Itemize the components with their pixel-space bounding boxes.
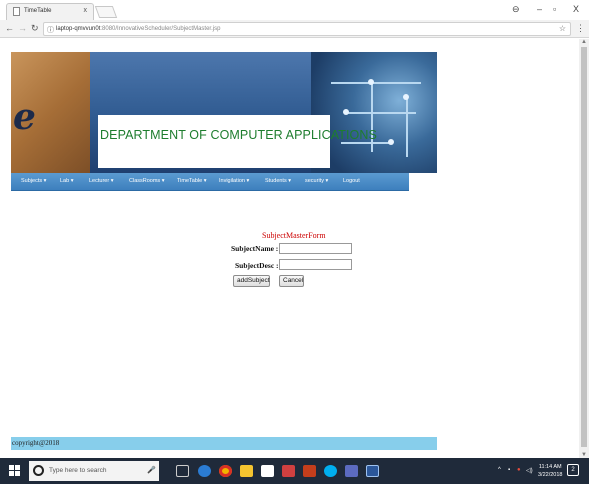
taskbar-clock[interactable]: 11:14 AM 3/22/2018: [538, 463, 562, 479]
network-icon[interactable]: ▪: [508, 467, 510, 473]
search-placeholder: Type here to search: [49, 467, 107, 474]
page-scrollbar[interactable]: ▲ ▼: [579, 39, 589, 458]
powerpoint-icon[interactable]: [303, 465, 316, 477]
mail-icon[interactable]: [282, 465, 295, 477]
taskbar-search-box[interactable]: Type here to search 🎤: [29, 461, 159, 481]
url-host: laptop-qmvvun0t: [56, 26, 101, 32]
maximize-button[interactable]: ▫: [553, 4, 556, 14]
subject-name-input[interactable]: [279, 243, 352, 254]
address-bar[interactable]: ⓘ laptop-qmvvun0t:8080/InnovativeSchedul…: [43, 22, 571, 36]
bookmark-star-icon[interactable]: ☆: [559, 24, 566, 33]
browser-tab[interactable]: TimeTable x: [6, 3, 94, 20]
forward-arrow-icon[interactable]: →: [18, 23, 27, 33]
form-title: SubjectMasterForm: [262, 231, 326, 240]
tray-chevron-icon[interactable]: ^: [498, 467, 501, 473]
nav-item-timetable[interactable]: TimeTable ▾: [177, 178, 206, 184]
main-nav-bar: Subjects ▾ Lab ▾ Lecturer ▾ ClassRooms ▾…: [11, 173, 409, 191]
file-explorer-icon[interactable]: [240, 465, 253, 477]
back-arrow-icon[interactable]: ←: [5, 23, 14, 33]
scrollbar-thumb[interactable]: [581, 47, 587, 447]
copyright-text: copyright@2018: [12, 439, 60, 447]
nav-item-logout[interactable]: Logout: [343, 178, 360, 184]
nav-item-lab[interactable]: Lab ▾: [60, 178, 73, 184]
store-icon[interactable]: [261, 465, 274, 477]
add-subject-button[interactable]: addSubject: [233, 275, 270, 287]
cancel-button[interactable]: Cancel: [279, 275, 304, 287]
word-icon[interactable]: [366, 465, 379, 477]
url-path: :8080/InnovativeScheduler/SubjectMaster.…: [100, 26, 221, 32]
account-icon[interactable]: ⊖: [512, 4, 520, 15]
antivirus-icon[interactable]: ●: [517, 467, 521, 473]
nav-item-subjects[interactable]: Subjects ▾: [21, 178, 46, 184]
close-window-button[interactable]: X: [573, 4, 579, 14]
reload-icon[interactable]: ↻: [31, 23, 39, 34]
info-icon[interactable]: ⓘ: [47, 25, 54, 35]
department-title: DEPARTMENT OF COMPUTER APPLICATIONS: [100, 128, 377, 142]
header-banner: e DEPARTMENT OF COMPUTER APPLICATIONS: [11, 52, 437, 173]
edge-browser-icon[interactable]: [198, 465, 211, 477]
minimize-button[interactable]: –: [537, 4, 542, 14]
subject-desc-label: SubjectDesc :: [235, 261, 279, 270]
skype-icon[interactable]: [324, 465, 337, 477]
windows-taskbar: Type here to search 🎤 ^ ▪ ● ◁) 11:14 AM …: [0, 458, 589, 484]
subject-desc-input[interactable]: [279, 259, 352, 270]
action-center-icon[interactable]: 2: [567, 464, 579, 476]
browser-menu-icon[interactable]: ⋮: [576, 23, 585, 34]
tab-title: TimeTable: [24, 8, 52, 14]
page-icon: [13, 7, 20, 16]
new-tab-button[interactable]: [94, 6, 118, 18]
page-footer: copyright@2018: [11, 437, 437, 450]
url-text: laptop-qmvvun0t:8080/InnovativeScheduler…: [56, 26, 220, 32]
subject-name-label: SubjectName :: [231, 244, 279, 253]
nav-item-classrooms[interactable]: ClassRooms ▾: [129, 178, 164, 184]
nav-item-students[interactable]: Students ▾: [265, 178, 291, 184]
clock-time: 11:14 AM: [538, 464, 562, 470]
nav-item-invigilation[interactable]: Invigilation ▾: [219, 178, 249, 184]
nav-item-lecturer[interactable]: Lecturer ▾: [89, 178, 113, 184]
chrome-icon[interactable]: [219, 465, 232, 477]
browser-toolbar: ← → ↻ ⓘ laptop-qmvvun0t:8080/InnovativeS…: [0, 20, 589, 38]
task-view-icon[interactable]: [176, 465, 189, 477]
banner-logo-image: e: [11, 52, 90, 173]
tab-close-button[interactable]: x: [84, 7, 88, 14]
windows-start-icon[interactable]: [9, 465, 21, 477]
clock-date: 3/22/2018: [538, 472, 563, 478]
nav-item-security[interactable]: security ▾: [305, 178, 328, 184]
scroll-up-icon[interactable]: ▲: [581, 39, 587, 45]
browser-tab-strip: TimeTable x ⊖ – ▫ X: [0, 0, 589, 20]
cortana-icon: [33, 465, 44, 476]
banner-logo-letter: e: [13, 96, 36, 138]
app-icon[interactable]: [345, 465, 358, 477]
microphone-icon[interactable]: 🎤: [147, 466, 156, 474]
volume-icon[interactable]: ◁): [526, 467, 533, 474]
